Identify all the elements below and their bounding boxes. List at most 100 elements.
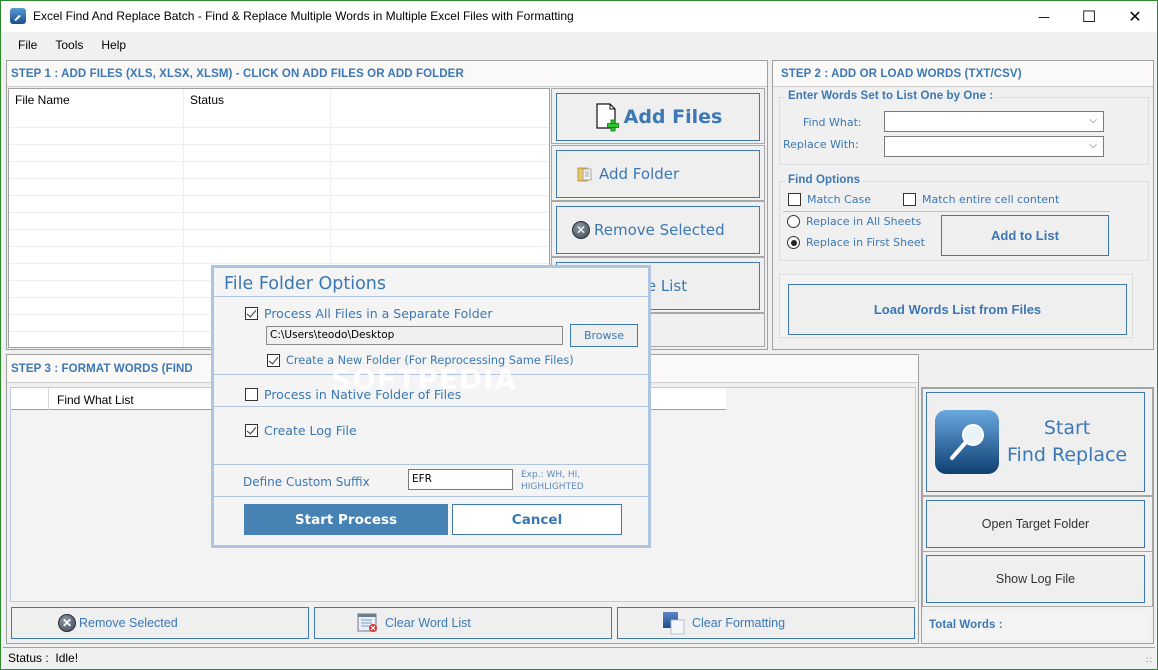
- menu-file[interactable]: File: [9, 38, 46, 52]
- close-button[interactable]: ✕: [1112, 1, 1158, 32]
- find-what-label: Find What:: [803, 116, 862, 129]
- start-process-button[interactable]: Start Process: [244, 504, 448, 535]
- replace-all-sheets-radio[interactable]: Replace in All Sheets: [787, 215, 921, 228]
- minimize-icon: —: [1038, 9, 1050, 24]
- add-files-button[interactable]: Add Files: [556, 93, 760, 141]
- window-title: Excel Find And Replace Batch - Find & Re…: [33, 9, 574, 23]
- process-separate-label: Process All Files in a Separate Folder: [264, 306, 493, 321]
- load-words-label: Load Words List from Files: [873, 302, 1042, 317]
- watermark: SOFTPEDIA: [331, 363, 518, 396]
- match-entire-checkbox[interactable]: Match entire cell content: [903, 193, 1059, 206]
- clear-word-list-button[interactable]: Clear Word List: [314, 607, 612, 639]
- browse-button[interactable]: Browse: [570, 324, 638, 347]
- radio-all-sheets[interactable]: [787, 215, 800, 228]
- add-files-frame: Add Files: [551, 88, 765, 144]
- step1-header-bar: STEP 1 : ADD FILES (XLS, XLSX, XLSM) - C…: [7, 61, 767, 87]
- load-words-button[interactable]: Load Words List from Files: [788, 284, 1127, 335]
- replace-with-label: Replace With:: [783, 138, 859, 151]
- create-log-box[interactable]: [245, 424, 258, 437]
- app-window: Excel Find And Replace Batch - Find & Re…: [0, 0, 1158, 670]
- minimize-button[interactable]: —: [1021, 1, 1067, 32]
- dialog-divider: [214, 296, 648, 297]
- status-bar: Status : Idle! ∷: [3, 647, 1155, 668]
- options-divider: [783, 211, 1110, 212]
- menu-tools[interactable]: Tools: [46, 38, 92, 52]
- table-row[interactable]: [9, 213, 549, 230]
- add-folder-button[interactable]: Add Folder: [556, 150, 760, 198]
- remove-icon: ✕: [58, 614, 76, 632]
- menu-bar: File Tools Help: [1, 34, 1157, 56]
- process-separate-checkbox[interactable]: Process All Files in a Separate Folder: [245, 306, 492, 321]
- clear-formatting-icon: [663, 612, 685, 635]
- remove-selected-frame: ✕ Remove Selected: [551, 201, 765, 257]
- process-separate-box[interactable]: [245, 307, 258, 320]
- magnifier-icon: [935, 410, 999, 474]
- clear-list-icon: [357, 613, 377, 632]
- folder-icon: [577, 167, 592, 182]
- suffix-hint-line1: Exp.: WH, HI,: [521, 470, 581, 480]
- show-log-file-label: Show Log File: [995, 572, 1076, 586]
- start-process-label: Start Process: [294, 511, 398, 528]
- table-row[interactable]: [9, 230, 549, 247]
- menu-help[interactable]: Help: [92, 38, 135, 52]
- open-target-frame: Open Target Folder: [922, 496, 1153, 552]
- remove-selected-files-button[interactable]: ✕ Remove Selected: [556, 206, 760, 254]
- table-row[interactable]: [9, 247, 549, 264]
- remove-selected-words-button[interactable]: ✕ Remove Selected: [11, 607, 309, 639]
- add-folder-frame: Add Folder: [551, 145, 765, 201]
- remove-selected-label: Remove Selected: [594, 221, 725, 239]
- find-options-legend: Find Options: [785, 174, 864, 186]
- create-new-folder-box[interactable]: [267, 354, 280, 367]
- suffix-hint-line2: HIGHLIGHTED: [521, 482, 584, 492]
- close-icon: ✕: [1128, 7, 1142, 26]
- radio-first-sheet[interactable]: [787, 236, 800, 249]
- match-case-checkbox[interactable]: Match Case: [788, 193, 871, 206]
- show-log-file-button[interactable]: Show Log File: [926, 555, 1145, 603]
- add-to-list-button[interactable]: Add to List: [941, 215, 1109, 256]
- open-target-folder-button[interactable]: Open Target Folder: [926, 500, 1145, 548]
- add-file-icon: [596, 103, 619, 132]
- step2-header: STEP 2 : ADD OR LOAD WORDS (TXT/CSV): [781, 68, 1022, 80]
- table-row[interactable]: [9, 162, 549, 179]
- add-to-list-label: Add to List: [991, 228, 1059, 243]
- step2-panel: STEP 2 : ADD OR LOAD WORDS (TXT/CSV) Ent…: [772, 60, 1154, 350]
- maximize-button[interactable]: ☐: [1066, 1, 1112, 32]
- replace-first-sheet-radio[interactable]: Replace in First Sheet: [787, 236, 925, 249]
- suffix-label: Define Custom Suffix: [243, 475, 370, 489]
- match-entire-box[interactable]: [903, 193, 916, 206]
- dialog-title: File Folder Options: [224, 274, 387, 294]
- suffix-hint: Exp.: WH, HI, HIGHLIGHTED: [521, 469, 584, 493]
- enter-words-legend: Enter Words Set to List One by One :: [785, 90, 997, 102]
- suffix-input[interactable]: EFR: [408, 469, 513, 490]
- create-log-checkbox[interactable]: Create Log File: [245, 423, 357, 438]
- chevron-down-icon[interactable]: ⌵: [1089, 115, 1097, 126]
- column-find-what-list[interactable]: Find What List: [57, 393, 134, 407]
- app-icon: [10, 8, 26, 24]
- start-label-line1: Start: [1043, 417, 1091, 439]
- dialog-divider: [214, 464, 648, 465]
- process-native-box[interactable]: [245, 388, 258, 401]
- table-row[interactable]: [9, 145, 549, 162]
- start-label-line2: Find Replace: [1007, 444, 1128, 466]
- match-case-box[interactable]: [788, 193, 801, 206]
- column-separator: [183, 89, 184, 347]
- table-row[interactable]: [9, 179, 549, 196]
- replace-with-combobox[interactable]: ⌵: [884, 136, 1104, 157]
- start-find-replace-button[interactable]: Start Find Replace: [926, 392, 1145, 492]
- total-words-area: Total Words :: [925, 612, 1149, 640]
- cancel-button[interactable]: Cancel: [452, 504, 622, 535]
- start-frame: Start Find Replace: [922, 388, 1153, 496]
- table-row[interactable]: [9, 196, 549, 213]
- chevron-down-icon[interactable]: ⌵: [1089, 140, 1097, 151]
- dialog-divider: [214, 406, 648, 407]
- status-text: Status : Idle!: [8, 651, 79, 665]
- replace-all-sheets-label: Replace in All Sheets: [806, 215, 922, 228]
- find-what-combobox[interactable]: ⌵: [884, 111, 1104, 132]
- step3-header: STEP 3 : FORMAT WORDS (FIND: [11, 363, 193, 375]
- folder-path-input[interactable]: C:\Users\teodo\Desktop: [266, 326, 563, 345]
- clear-formatting-button[interactable]: Clear Formatting: [617, 607, 915, 639]
- table-row[interactable]: [9, 128, 549, 145]
- resize-grip[interactable]: ∷: [1146, 656, 1152, 666]
- remove-icon: ✕: [572, 221, 590, 239]
- table-row[interactable]: [9, 111, 549, 128]
